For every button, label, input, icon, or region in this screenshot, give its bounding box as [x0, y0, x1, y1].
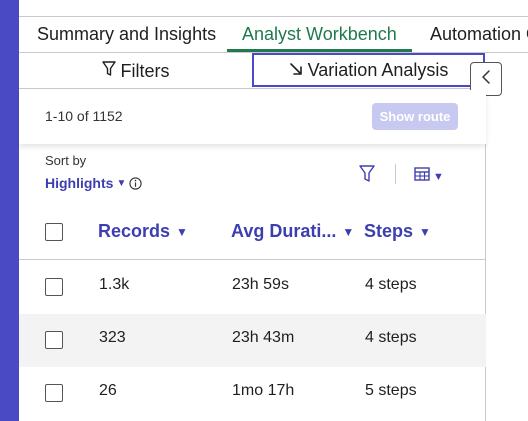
select-all-checkbox[interactable]: [45, 223, 63, 241]
toolbar-divider: [395, 164, 396, 184]
cell-avg-duration: 23h 59s: [232, 276, 289, 293]
tab-automation[interactable]: Automation Op: [430, 17, 528, 53]
caret-down-icon: ▼: [176, 224, 188, 239]
cell-avg-duration: 1mo 17h: [232, 382, 295, 399]
table-header-row: Records ▼ Avg Durati... ▼ Steps ▼: [19, 205, 486, 260]
caret-down-icon: ▼: [433, 170, 444, 183]
pager-range-text: 1-10 of 1152: [45, 108, 123, 124]
sort-by-value: Highlights: [45, 175, 114, 191]
column-header-label: Records: [98, 221, 171, 241]
cell-avg-duration: 23h 43m: [232, 329, 295, 346]
table-row[interactable]: 1.3k 23h 59s 4 steps: [19, 261, 486, 314]
filters-tab-label: Filters: [120, 60, 170, 81]
column-header-steps[interactable]: Steps ▼: [364, 221, 431, 242]
cell-steps: 5 steps: [365, 382, 417, 399]
filter-funnel-icon: [101, 60, 116, 82]
cell-records: 26: [99, 382, 117, 399]
filter-funnel-icon: [359, 165, 375, 187]
arrow-down-right-icon: [289, 60, 303, 81]
app-left-rail: [0, 0, 19, 421]
table-columns-icon: [414, 167, 430, 186]
cell-steps: 4 steps: [365, 329, 417, 346]
tab-summary-and-insights[interactable]: Summary and Insights: [37, 17, 216, 53]
sub-tab-bar: Filters Variation Analysis: [19, 53, 485, 89]
table-row[interactable]: 26 1mo 17h 5 steps: [19, 367, 486, 420]
row-checkbox[interactable]: [45, 278, 63, 296]
row-checkbox[interactable]: [45, 331, 63, 349]
row-checkbox[interactable]: [45, 384, 63, 402]
column-settings-dropdown[interactable]: ▼: [414, 167, 444, 186]
filters-tab[interactable]: Filters: [19, 53, 252, 89]
table-row[interactable]: 323 23h 43m 4 steps: [19, 314, 486, 367]
sort-by-label: Sort by: [45, 153, 87, 168]
chevron-left-icon: [481, 69, 491, 90]
pager-bar: 1-10 of 1152 Show route: [19, 90, 486, 144]
show-route-button[interactable]: Show route: [372, 103, 458, 130]
tab-analyst-workbench[interactable]: Analyst Workbench: [242, 17, 397, 53]
column-header-avg-duration[interactable]: Avg Durati... ▼: [231, 221, 354, 242]
caret-down-icon: ▼: [116, 177, 127, 189]
variation-analysis-tab[interactable]: Variation Analysis: [252, 53, 485, 87]
table-filter-button[interactable]: [359, 165, 375, 188]
info-circle-icon[interactable]: [129, 176, 142, 190]
caret-down-icon: ▼: [342, 224, 355, 239]
column-header-records[interactable]: Records ▼: [98, 221, 188, 242]
active-tab-indicator: [227, 49, 412, 52]
column-header-label: Steps: [364, 221, 414, 241]
cell-records: 1.3k: [99, 276, 130, 293]
column-header-label: Avg Durati...: [231, 221, 337, 241]
cell-records: 323: [99, 329, 126, 346]
top-tab-bar: Summary and Insights Analyst Workbench A…: [19, 16, 528, 53]
caret-down-icon: ▼: [419, 224, 431, 239]
sort-by-dropdown[interactable]: Highlights ▼: [45, 175, 142, 191]
variation-analysis-tab-label: Variation Analysis: [307, 59, 449, 80]
cell-steps: 4 steps: [365, 276, 417, 293]
variants-panel: 1-10 of 1152 Show route Sort by Highligh…: [19, 90, 486, 421]
